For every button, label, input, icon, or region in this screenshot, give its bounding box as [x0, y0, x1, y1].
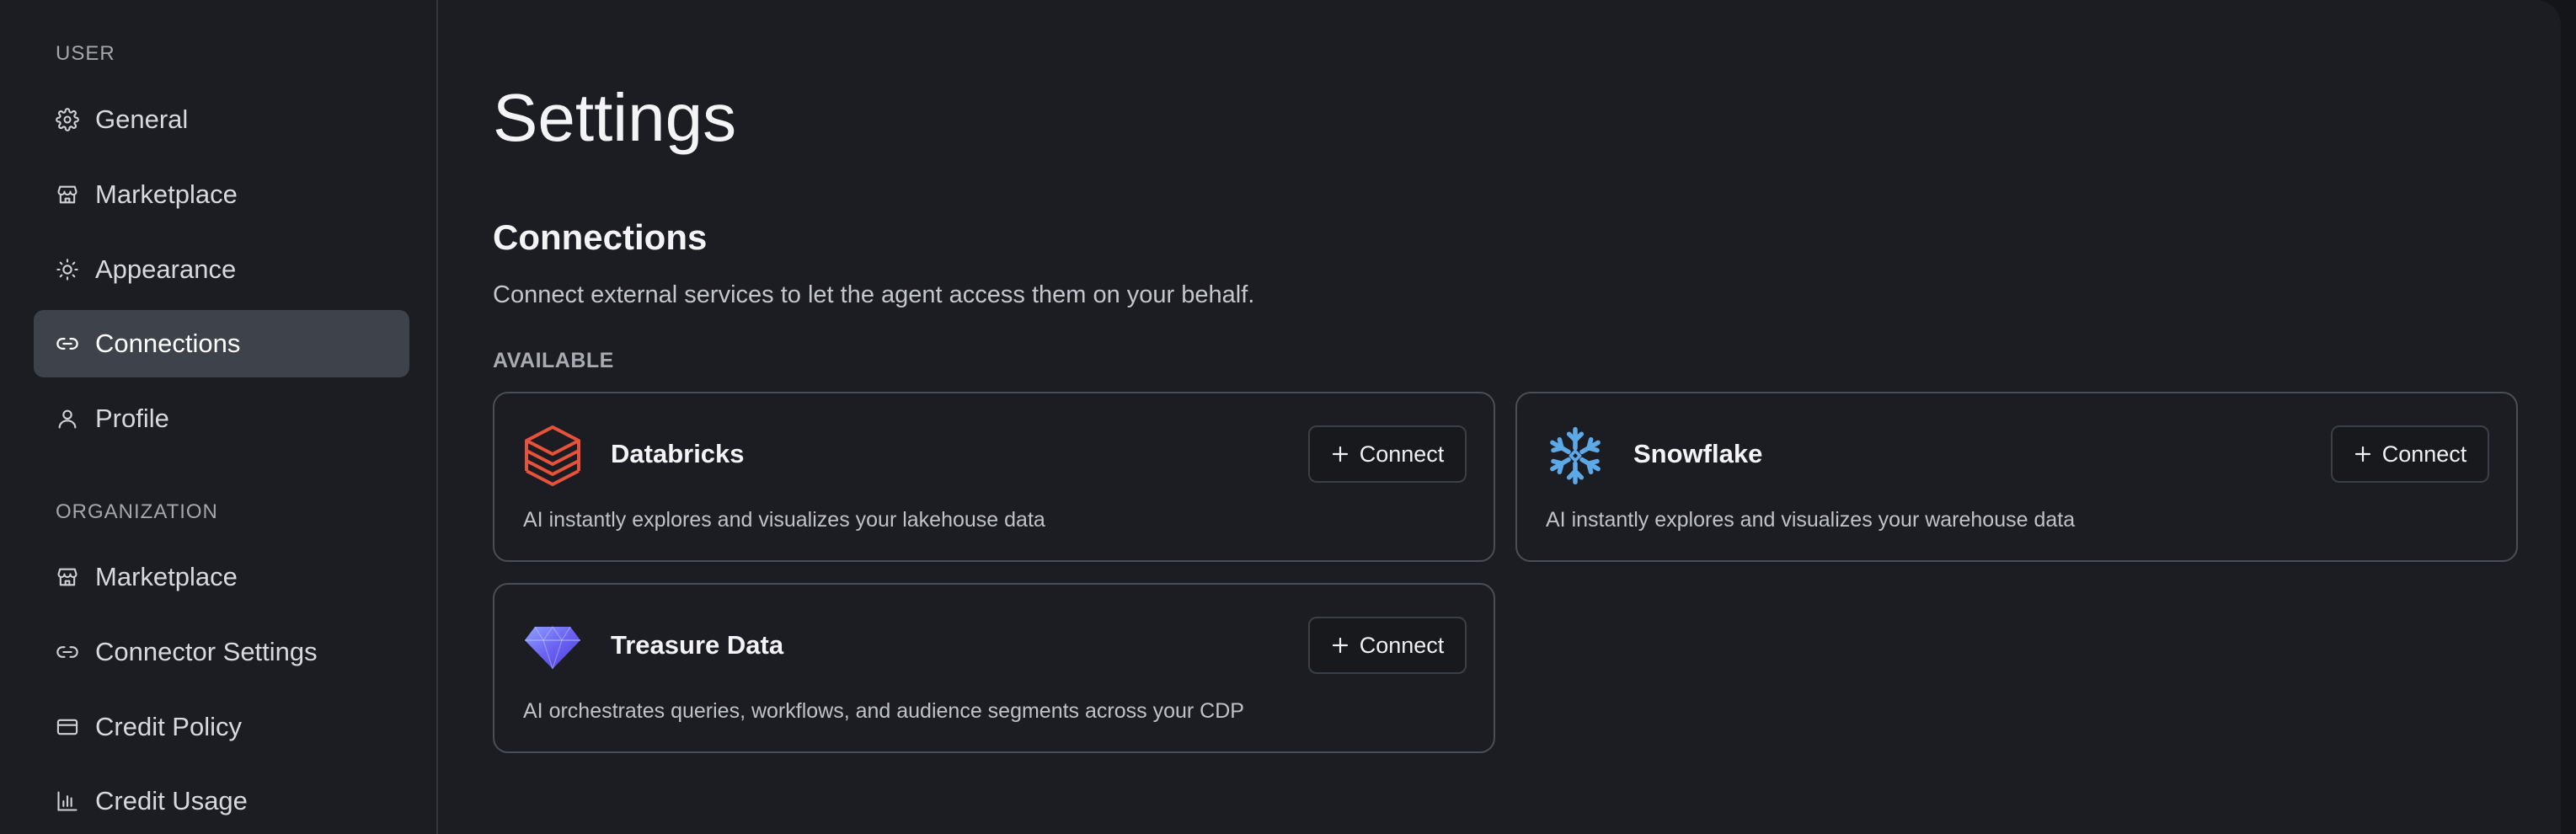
connect-snowflake-button[interactable]: Connect	[2331, 425, 2489, 483]
available-label: AVAILABLE	[493, 349, 614, 372]
connect-button-label: Connect	[1359, 441, 1445, 467]
sidebar-item-label: Credit Policy	[95, 712, 242, 741]
credit-card-icon	[56, 715, 79, 739]
link-icon	[56, 332, 79, 356]
link-icon	[56, 640, 79, 664]
sidebar-item-marketplace[interactable]: Marketplace	[34, 161, 409, 228]
settings-main: Settings Connections Connect external se…	[440, 0, 2561, 834]
sidebar-item-label: Credit Usage	[95, 786, 248, 815]
sidebar-item-label: General	[95, 104, 189, 134]
connection-name: Treasure Data	[611, 630, 784, 660]
sidebar-item-label: Connector Settings	[95, 637, 318, 666]
sidebar-item-label: Marketplace	[95, 562, 238, 591]
treasure-data-logo	[523, 622, 582, 672]
user-icon	[56, 407, 79, 430]
store-icon	[56, 183, 79, 206]
sidebar-section-organization: ORGANIZATION	[56, 500, 218, 523]
gear-icon	[56, 108, 79, 131]
connect-button-label: Connect	[1359, 632, 1445, 658]
plus-icon	[2354, 446, 2370, 462]
connection-name: Snowflake	[1633, 439, 1763, 468]
sidebar-item-label: Appearance	[95, 254, 237, 284]
store-icon	[56, 565, 79, 589]
connection-description: AI orchestrates queries, workflows, and …	[523, 699, 1244, 723]
page-title: Settings	[493, 80, 737, 155]
connection-card-snowflake: Snowflake AI instantly explores and visu…	[1515, 392, 2518, 562]
section-title: Connections	[493, 217, 708, 257]
connect-button-label: Connect	[2381, 441, 2467, 467]
sidebar-item-connector-settings[interactable]: Connector Settings	[34, 618, 409, 686]
settings-sidebar: USER General Marketplace Appearance Conn…	[0, 0, 438, 834]
sidebar-item-profile[interactable]: Profile	[34, 385, 409, 452]
plus-icon	[1332, 637, 1348, 654]
bar-chart-icon	[56, 789, 79, 813]
connect-treasure-data-button[interactable]: Connect	[1308, 617, 1467, 674]
app-window: USER General Marketplace Appearance Conn…	[0, 0, 2561, 834]
sidebar-item-credit-policy[interactable]: Credit Policy	[34, 693, 409, 761]
sidebar-section-user: USER	[56, 42, 115, 65]
connection-description: AI instantly explores and visualizes you…	[523, 508, 1045, 532]
sidebar-item-credit-usage[interactable]: Credit Usage	[34, 767, 409, 834]
databricks-logo	[523, 424, 582, 488]
sidebar-item-connections[interactable]: Connections	[34, 310, 409, 377]
sidebar-item-label: Marketplace	[95, 179, 238, 209]
connect-databricks-button[interactable]: Connect	[1308, 425, 1467, 483]
connection-card-treasure-data: Treasure Data AI orchestrates queries, w…	[493, 583, 1495, 753]
sidebar-item-appearance[interactable]: Appearance	[34, 236, 409, 303]
sun-icon	[56, 258, 79, 281]
sidebar-item-general[interactable]: General	[34, 86, 409, 153]
connection-card-databricks: Databricks AI instantly explores and vis…	[493, 392, 1495, 562]
snowflake-logo	[1546, 424, 1605, 488]
plus-icon	[1332, 446, 1348, 462]
connection-name: Databricks	[611, 439, 745, 468]
sidebar-item-label: Profile	[95, 404, 169, 433]
sidebar-item-org-marketplace[interactable]: Marketplace	[34, 543, 409, 611]
connection-description: AI instantly explores and visualizes you…	[1546, 508, 2076, 532]
sidebar-item-label: Connections	[95, 329, 241, 358]
section-description: Connect external services to let the age…	[493, 281, 1255, 308]
